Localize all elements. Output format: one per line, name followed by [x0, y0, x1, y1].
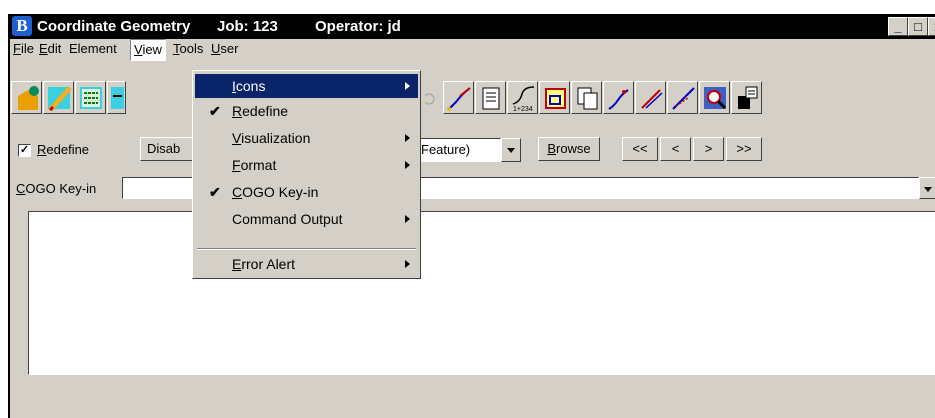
- menu-bar: File Edit Element View Tools User: [10, 39, 935, 61]
- chevron-down-icon: [507, 148, 515, 154]
- menu-element[interactable]: Element: [66, 39, 120, 59]
- app-logo-icon[interactable]: B: [12, 16, 32, 36]
- close-button[interactable]: x: [928, 17, 935, 36]
- cogo-keyin-label: COGO Key-in: [16, 181, 97, 196]
- browse-button[interactable]: Browse: [538, 137, 600, 161]
- menu-view[interactable]: View: [130, 39, 166, 61]
- last-record-button[interactable]: >>: [726, 137, 762, 161]
- menu-item-redefine[interactable]: ✔ Redefine: [195, 99, 418, 123]
- menu-separator: [197, 248, 416, 250]
- submenu-arrow-icon: [405, 215, 410, 223]
- keyin-dropdown-button[interactable]: [919, 177, 935, 199]
- line-icon[interactable]: [443, 81, 474, 114]
- copy-icon[interactable]: [571, 81, 602, 114]
- previous-record-button[interactable]: <: [660, 137, 691, 161]
- chevron-down-icon: [924, 187, 932, 193]
- menu-tools[interactable]: Tools: [170, 39, 206, 59]
- menu-item-format[interactable]: Format: [195, 153, 418, 177]
- new-point-icon[interactable]: [11, 81, 42, 114]
- redefine-checkbox-label: Redefine: [37, 142, 90, 157]
- offset-icon[interactable]: [635, 81, 666, 114]
- first-record-button[interactable]: <<: [622, 137, 658, 161]
- next-record-button[interactable]: >: [693, 137, 724, 161]
- menu-item-visualization[interactable]: Visualization: [195, 126, 418, 150]
- menu-item-cogo-keyin[interactable]: ✔ COGO Key-in: [195, 180, 418, 204]
- operator-label: Operator: jd: [315, 18, 401, 35]
- maximize-button[interactable]: □: [908, 17, 928, 36]
- submenu-arrow-icon: [405, 260, 410, 268]
- pencil-icon[interactable]: [43, 81, 74, 114]
- figure-icon[interactable]: [539, 81, 570, 114]
- view-dropdown-menu: Icons ✔ Redefine Visualization Format ✔ CO…: [192, 70, 421, 279]
- submenu-arrow-icon: [405, 82, 410, 90]
- svg-text:1+234: 1+234: [513, 106, 533, 113]
- submenu-arrow-icon: [405, 161, 410, 169]
- icon-toolbar: 1+234: [10, 67, 935, 121]
- text-icon[interactable]: [107, 81, 126, 114]
- minimize-button[interactable]: _: [888, 17, 908, 36]
- menu-item-command-output[interactable]: Command Output: [195, 207, 418, 231]
- import-icon[interactable]: [731, 81, 762, 114]
- spiral-icon[interactable]: [603, 81, 634, 114]
- checkmark-icon: ✔: [209, 184, 221, 200]
- command-output-pane[interactable]: [28, 211, 935, 375]
- cogo-window: B Coordinate Geometry Job: 123 Operator:…: [8, 14, 935, 418]
- control-row: ✓ Redefine Disab Feature) Browse << < > …: [10, 137, 935, 163]
- menu-edit[interactable]: Edit: [36, 39, 64, 59]
- checkmark-icon: ✔: [209, 103, 221, 119]
- menu-user[interactable]: User: [208, 39, 241, 59]
- zoom-icon[interactable]: [699, 81, 730, 114]
- menu-file[interactable]: File: [10, 39, 37, 59]
- keyin-row: COGO Key-in: [10, 176, 935, 202]
- submenu-arrow-icon: [405, 134, 410, 142]
- menu-item-icons[interactable]: Icons: [195, 74, 418, 98]
- curve-icon[interactable]: [423, 81, 441, 114]
- intersect-icon[interactable]: [667, 81, 698, 114]
- title-bar[interactable]: B Coordinate Geometry Job: 123 Operator:…: [10, 14, 935, 39]
- list-icon[interactable]: [75, 81, 106, 114]
- job-label: Job: 123: [217, 18, 278, 35]
- feature-dropdown-button[interactable]: [501, 138, 521, 162]
- stationing-icon[interactable]: 1+234: [507, 81, 538, 114]
- menu-item-error-alert[interactable]: Error Alert: [195, 252, 418, 276]
- document-icon[interactable]: [475, 81, 506, 114]
- window-title: Coordinate Geometry: [37, 18, 191, 35]
- feature-select[interactable]: Feature): [417, 138, 501, 162]
- disable-button[interactable]: Disab: [140, 137, 200, 161]
- redefine-checkbox[interactable]: ✓: [18, 144, 31, 157]
